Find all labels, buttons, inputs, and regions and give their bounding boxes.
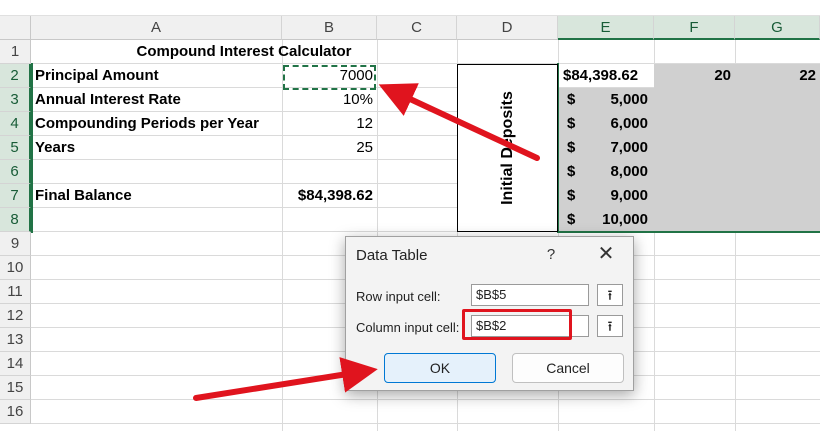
row-header-10[interactable]: 10 [0, 256, 31, 280]
row-header-6[interactable]: 6 [0, 160, 31, 184]
currency-symbol: $ [567, 211, 576, 228]
cancel-button[interactable]: Cancel [512, 353, 624, 383]
value-final-balance[interactable]: $84,398.62 [282, 184, 377, 208]
row-header-13[interactable]: 13 [0, 328, 31, 352]
data-table-corner[interactable]: $84,398.62 [559, 64, 654, 88]
column-header-b[interactable]: B [282, 16, 377, 40]
row-header-16[interactable]: 16 [0, 400, 31, 424]
column-header-f[interactable]: F [654, 16, 735, 40]
row-header-8[interactable]: 8 [0, 208, 31, 232]
deposit-value: 7,000 [610, 139, 648, 156]
label-principal[interactable]: Principal Amount [31, 64, 282, 88]
row-header-2[interactable]: 2 [0, 64, 31, 88]
row-header-9[interactable]: 9 [0, 232, 31, 256]
column-input-label: Column input cell: [356, 320, 460, 335]
row-input-value-22[interactable]: 22 [735, 64, 820, 88]
row-header-1[interactable]: 1 [0, 40, 31, 64]
row-header-11[interactable]: 11 [0, 280, 31, 304]
dialog-title: Data Table [356, 247, 428, 264]
row-input-field[interactable]: $B$5 [471, 284, 589, 306]
currency-symbol: $ [567, 139, 576, 156]
deposit-cell[interactable]: $9,000 [559, 184, 654, 208]
column-header-c[interactable]: C [377, 16, 457, 40]
value-periods[interactable]: 12 [282, 112, 377, 136]
deposit-cell[interactable]: $6,000 [559, 112, 654, 136]
row-header-3[interactable]: 3 [0, 88, 31, 112]
row-input-value-20[interactable]: 20 [654, 64, 735, 88]
copy-marquee [283, 65, 376, 90]
help-icon[interactable]: ? [542, 246, 560, 263]
column-header-g[interactable]: G [735, 16, 820, 40]
currency-symbol: $ [567, 91, 576, 108]
currency-symbol: $ [567, 115, 576, 132]
deposit-value: 9,000 [610, 187, 648, 204]
row-header-14[interactable]: 14 [0, 352, 31, 376]
highlight-box [462, 309, 572, 340]
deposit-cell[interactable]: $5,000 [559, 88, 654, 112]
row-header-7[interactable]: 7 [0, 184, 31, 208]
row-header-5[interactable]: 5 [0, 136, 31, 160]
gridline [31, 423, 820, 424]
label-rate[interactable]: Annual Interest Rate [31, 88, 282, 112]
close-icon[interactable]: ✕ [596, 244, 616, 264]
value-rate[interactable]: 10% [282, 88, 377, 112]
initial-deposits-cell[interactable]: Initial Deposits [457, 64, 558, 232]
ok-button[interactable]: OK [384, 353, 496, 383]
deposit-value: 10,000 [602, 211, 648, 228]
formula-bar-strip [0, 0, 820, 16]
currency-symbol: $ [567, 163, 576, 180]
row-input-label: Row input cell: [356, 289, 441, 304]
deposit-cell[interactable]: $8,000 [559, 160, 654, 184]
select-all-corner[interactable] [0, 16, 31, 40]
column-header-d[interactable]: D [457, 16, 558, 40]
selected-range-fill [654, 64, 820, 231]
column-header-e[interactable]: E [558, 16, 654, 40]
deposit-value: 6,000 [610, 115, 648, 132]
column-header-a[interactable]: A [31, 16, 282, 40]
column-input-collapse-icon[interactable]: ⭱ [597, 315, 623, 337]
row-header-15[interactable]: 15 [0, 376, 31, 400]
deposit-value: 5,000 [610, 91, 648, 108]
row-header-4[interactable]: 4 [0, 112, 31, 136]
gridline [31, 399, 820, 400]
value-years[interactable]: 25 [282, 136, 377, 160]
label-final-balance[interactable]: Final Balance [31, 184, 282, 208]
initial-deposits-label: Initial Deposits [498, 91, 516, 205]
label-years[interactable]: Years [31, 136, 282, 160]
deposit-value: 8,000 [610, 163, 648, 180]
label-periods[interactable]: Compounding Periods per Year [31, 112, 282, 136]
row-header-12[interactable]: 12 [0, 304, 31, 328]
row-input-collapse-icon[interactable]: ⭱ [597, 284, 623, 306]
deposit-cell[interactable]: $7,000 [559, 136, 654, 160]
sheet-title[interactable]: Compound Interest Calculator [31, 40, 457, 64]
deposit-cell[interactable]: $10,000 [559, 208, 654, 232]
currency-symbol: $ [567, 187, 576, 204]
